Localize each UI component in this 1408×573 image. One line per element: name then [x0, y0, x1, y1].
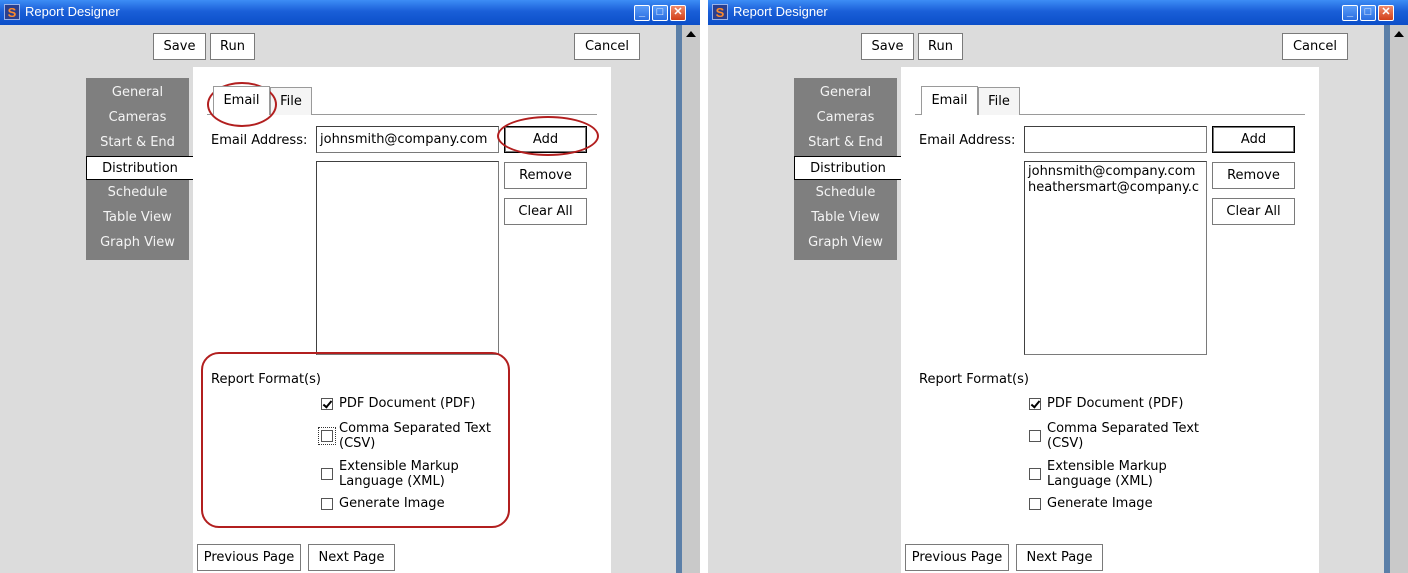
distribution-panel: Email File Email Address: Add johnsmith@… [901, 67, 1319, 573]
nav-item-distribution[interactable]: Distribution [794, 156, 901, 180]
nav-item-cameras[interactable]: Cameras [794, 106, 897, 130]
pdf-label: PDF Document (PDF) [339, 396, 476, 411]
vertical-scrollbar[interactable] [682, 25, 700, 573]
nav-item-start-end[interactable]: Start & End [86, 131, 189, 155]
tab-file[interactable]: File [270, 87, 312, 115]
close-icon[interactable]: ✕ [670, 5, 686, 21]
csv-label: Comma Separated Text (CSV) [1047, 421, 1200, 451]
clear-all-button[interactable]: Clear All [1212, 198, 1295, 225]
report-designer-window-1: S Report Designer _ □ ✕ Save Run Cancel … [0, 0, 700, 573]
clear-all-button[interactable]: Clear All [504, 198, 587, 225]
toolbar: Save Run Cancel [708, 25, 1384, 67]
add-button[interactable]: Add [504, 126, 587, 153]
nav-item-graph-view[interactable]: Graph View [86, 231, 189, 255]
format-pdf[interactable]: PDF Document (PDF) [321, 396, 475, 411]
image-label: Generate Image [1047, 496, 1153, 511]
window-title: Report Designer [25, 4, 120, 19]
remove-button[interactable]: Remove [504, 162, 587, 189]
previous-page-button[interactable]: Previous Page [197, 544, 301, 571]
csv-checkbox[interactable] [318, 427, 336, 445]
xml-label: Extensible Markup Language (XML) [1047, 459, 1167, 489]
image-checkbox[interactable] [321, 497, 333, 510]
tab-file[interactable]: File [978, 87, 1020, 115]
minimize-icon[interactable]: _ [634, 5, 650, 21]
image-checkbox[interactable] [1029, 497, 1041, 510]
pdf-label: PDF Document (PDF) [1047, 396, 1184, 411]
title-bar[interactable]: S Report Designer _ □ ✕ [0, 0, 700, 25]
save-button[interactable]: Save [861, 33, 914, 60]
nav-item-general[interactable]: General [86, 81, 189, 105]
nav-item-distribution[interactable]: Distribution [86, 156, 193, 180]
run-button[interactable]: Run [210, 33, 255, 60]
format-xml[interactable]: Extensible Markup Language (XML) [1029, 459, 1167, 489]
email-address-input[interactable] [1024, 126, 1207, 153]
side-nav: General Cameras Start & End Distribution… [794, 78, 901, 260]
csv-checkbox[interactable] [1029, 430, 1041, 442]
format-csv[interactable]: Comma Separated Text (CSV) [1029, 421, 1199, 451]
remove-button[interactable]: Remove [1212, 162, 1295, 189]
report-formats-label: Report Format(s) [919, 372, 1029, 387]
previous-page-button[interactable]: Previous Page [905, 544, 1009, 571]
xml-checkbox[interactable] [1029, 468, 1041, 480]
email-address-label: Email Address: [919, 133, 1016, 148]
maximize-icon[interactable]: □ [652, 5, 668, 21]
report-formats-label: Report Format(s) [211, 372, 321, 387]
maximize-icon[interactable]: □ [1360, 5, 1376, 21]
csv-label: Comma Separated Text (CSV) [339, 421, 492, 451]
minimize-icon[interactable]: _ [1342, 5, 1358, 21]
format-image[interactable]: Generate Image [321, 496, 445, 511]
nav-item-general[interactable]: General [794, 81, 897, 105]
run-button[interactable]: Run [918, 33, 963, 60]
report-designer-window-2: S Report Designer _ □ ✕ Save Run Cancel … [708, 0, 1408, 573]
toolbar: Save Run Cancel [0, 25, 676, 67]
nav-item-schedule[interactable]: Schedule [794, 181, 897, 205]
close-icon[interactable]: ✕ [1378, 5, 1394, 21]
nav-item-table-view[interactable]: Table View [86, 206, 189, 230]
format-xml[interactable]: Extensible Markup Language (XML) [321, 459, 459, 489]
window-title: Report Designer [733, 4, 828, 19]
pdf-checkbox[interactable] [321, 397, 333, 410]
nav-item-cameras[interactable]: Cameras [86, 106, 189, 130]
vertical-scrollbar[interactable] [1390, 25, 1408, 573]
next-page-button[interactable]: Next Page [308, 544, 395, 571]
xml-checkbox[interactable] [321, 468, 333, 480]
save-button[interactable]: Save [153, 33, 206, 60]
xml-label: Extensible Markup Language (XML) [339, 459, 459, 489]
side-nav: General Cameras Start & End Distribution… [86, 78, 193, 260]
email-address-input[interactable]: johnsmith@company.com [316, 126, 499, 153]
scroll-up-icon[interactable] [1394, 31, 1404, 37]
email-address-label: Email Address: [211, 133, 308, 148]
nav-item-schedule[interactable]: Schedule [86, 181, 189, 205]
list-item[interactable]: johnsmith@company.com [1028, 164, 1203, 180]
nav-item-start-end[interactable]: Start & End [794, 131, 897, 155]
nav-item-graph-view[interactable]: Graph View [794, 231, 897, 255]
tab-email[interactable]: Email [213, 86, 270, 115]
image-label: Generate Image [339, 496, 445, 511]
title-bar[interactable]: S Report Designer _ □ ✕ [708, 0, 1408, 25]
app-icon: S [712, 4, 728, 20]
scroll-up-icon[interactable] [686, 31, 696, 37]
cancel-button[interactable]: Cancel [1282, 33, 1348, 60]
format-pdf[interactable]: PDF Document (PDF) [1029, 396, 1183, 411]
nav-item-table-view[interactable]: Table View [794, 206, 897, 230]
list-item[interactable]: heathersmart@company.c [1028, 180, 1203, 196]
recipient-list[interactable]: johnsmith@company.com heathersmart@compa… [1024, 161, 1207, 355]
tab-email[interactable]: Email [921, 86, 978, 115]
format-image[interactable]: Generate Image [1029, 496, 1153, 511]
format-csv[interactable]: Comma Separated Text (CSV) [318, 421, 492, 451]
recipient-list[interactable] [316, 161, 499, 355]
pdf-checkbox[interactable] [1029, 397, 1041, 410]
cancel-button[interactable]: Cancel [574, 33, 640, 60]
distribution-panel: Email File Email Address: johnsmith@comp… [193, 67, 611, 573]
next-page-button[interactable]: Next Page [1016, 544, 1103, 571]
add-button[interactable]: Add [1212, 126, 1295, 153]
app-icon: S [4, 4, 20, 20]
